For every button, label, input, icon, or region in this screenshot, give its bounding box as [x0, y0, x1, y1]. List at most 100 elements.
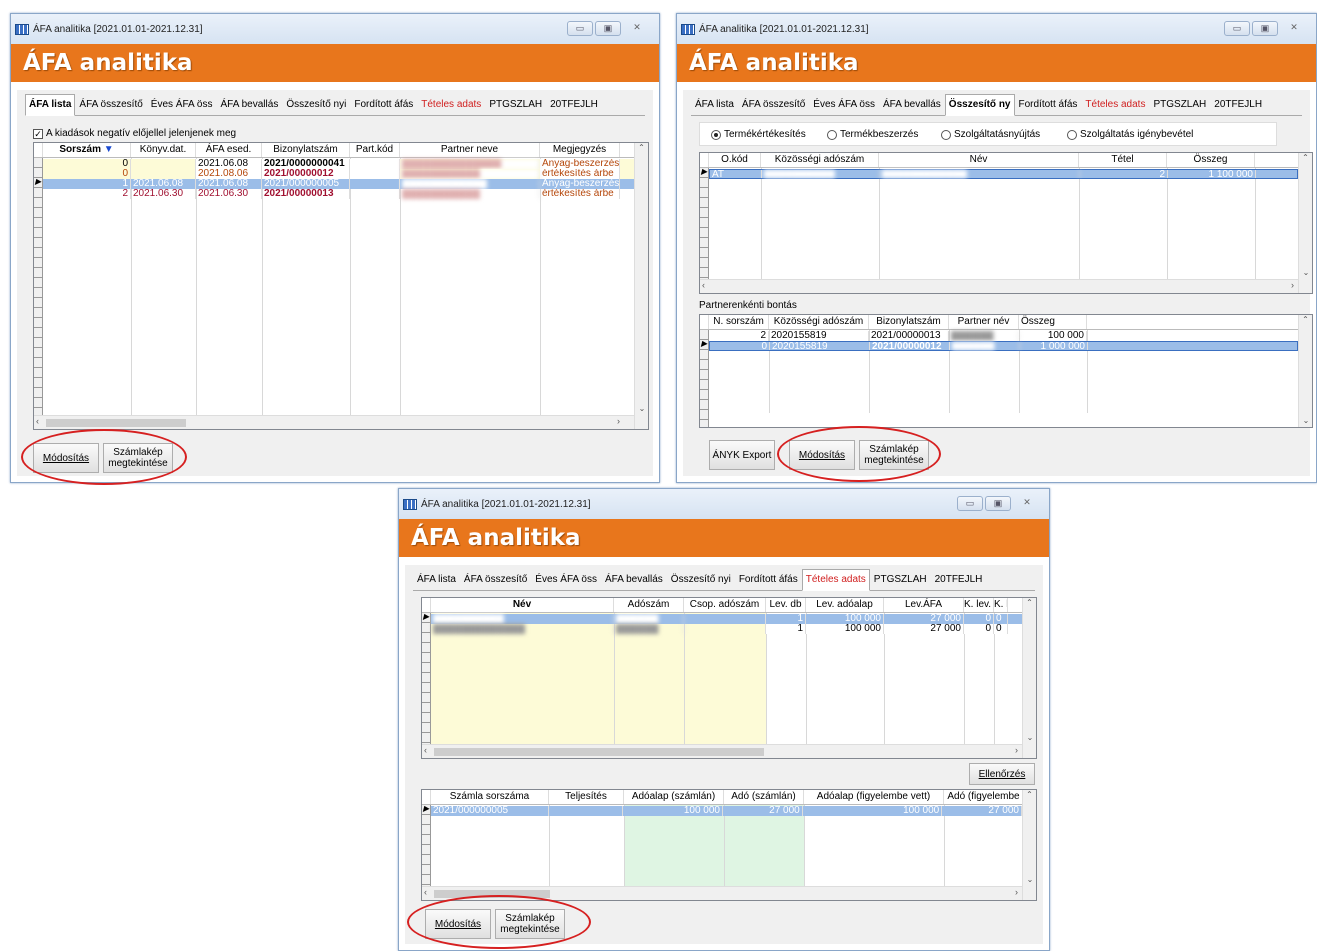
tab-forditott-afas[interactable]: Fordított áfás: [1014, 94, 1082, 115]
scroll-down-icon[interactable]: ⌄: [1023, 733, 1036, 742]
col-lev-adoalap[interactable]: Lev. adóalap: [806, 598, 884, 612]
col-kozossegi-adoszam[interactable]: Közösségi adószám: [761, 153, 879, 167]
table-row[interactable]: 0 2021.06.08 2021/0000000041 ███████████…: [43, 159, 648, 169]
tab-afa-lista[interactable]: ÁFA lista: [691, 94, 738, 115]
tab-ptgszlah[interactable]: PTGSZLAH: [869, 569, 931, 590]
minimize-icon[interactable]: ▭: [567, 21, 593, 36]
scroll-down-icon[interactable]: ⌄: [1023, 875, 1036, 884]
tab-afa-lista[interactable]: ÁFA lista: [413, 569, 460, 590]
table-row[interactable]: █████████████ ██████ 1 100 000 27 000 0 …: [431, 624, 1036, 634]
col-lev-db[interactable]: Lev. db: [766, 598, 806, 612]
vertical-scrollbar[interactable]: ⌃ ⌄: [1022, 598, 1036, 758]
radio-termekbeszerzes[interactable]: Termékbeszerzés: [827, 129, 918, 140]
tab-afa-osszesito[interactable]: ÁFA összesítő: [75, 94, 147, 115]
radio-icon[interactable]: [827, 129, 837, 140]
afa-list-grid[interactable]: Sorszám ▼ Könyv.dat. ÁFA esed. Bizonylat…: [33, 142, 649, 430]
scroll-thumb[interactable]: [46, 419, 186, 427]
scroll-left-icon[interactable]: ‹: [424, 887, 427, 897]
scroll-left-icon[interactable]: ‹: [424, 745, 427, 755]
scroll-down-icon[interactable]: ⌄: [1299, 416, 1312, 425]
tab-afa-osszesito[interactable]: ÁFA összesítő: [459, 569, 532, 590]
scroll-down-icon[interactable]: ⌄: [1299, 268, 1312, 277]
vertical-scrollbar[interactable]: ⌃ ⌄: [1298, 153, 1312, 293]
close-icon[interactable]: ✕: [623, 21, 651, 36]
col-csop-adoszam[interactable]: Csop. adószám: [684, 598, 766, 612]
col-nev[interactable]: Név: [879, 153, 1079, 167]
col-part-kod[interactable]: Part.kód: [350, 143, 400, 157]
table-row-selected[interactable]: 2021/000000005 100 000 27 000 100 000 27…: [431, 806, 1022, 816]
scroll-left-icon[interactable]: ‹: [36, 416, 39, 426]
tab-eves-afa[interactable]: Éves ÁFA öss: [809, 94, 879, 115]
scroll-right-icon[interactable]: ›: [1015, 745, 1018, 755]
table-row[interactable]: 0 2021.08.06 2021/00000012 ███████████ é…: [43, 169, 648, 179]
radio-selected-icon[interactable]: [711, 129, 721, 140]
tab-ptgszlah[interactable]: PTGSZLAH: [1149, 94, 1211, 115]
tab-osszesito-nyilatkozat[interactable]: Összesítő ny: [944, 94, 1015, 116]
close-icon[interactable]: ✕: [1280, 21, 1308, 36]
summary-grid[interactable]: O.kód Közösségi adószám Név Tétel Összeg…: [699, 152, 1313, 294]
vertical-scrollbar[interactable]: ⌃ ⌄: [1298, 315, 1312, 427]
table-row-selected[interactable]: 1 2021.06.08 2021.06.08 2021/000000005 █…: [43, 179, 648, 189]
col-ado-szamlan[interactable]: Adó (számlán): [724, 790, 804, 804]
col-adoszam[interactable]: Adószám: [614, 598, 684, 612]
horizontal-scrollbar[interactable]: ‹ ›: [422, 744, 1022, 758]
tab-teteles-adatszolgaltatas[interactable]: Tételes adats: [801, 569, 870, 591]
tab-afa-osszesito[interactable]: ÁFA összesítő: [737, 94, 810, 115]
col-sorszam[interactable]: Sorszám ▼: [43, 143, 131, 157]
minimize-icon[interactable]: ▭: [957, 496, 983, 511]
col-tetel[interactable]: Tétel: [1079, 153, 1167, 167]
tab-osszesito-nyilatkozat[interactable]: Összesítő nyi: [666, 569, 735, 590]
tab-teteles-adatszolgaltatas[interactable]: Tételes adats: [417, 94, 486, 115]
scroll-right-icon[interactable]: ›: [1015, 887, 1018, 897]
radio-szolgaltatasnyujtas[interactable]: Szolgáltatásnyújtás: [941, 129, 1040, 140]
radio-icon[interactable]: [1067, 129, 1077, 140]
scroll-right-icon[interactable]: ›: [617, 416, 620, 426]
tab-20tfejlh[interactable]: 20TFEJLH: [930, 569, 987, 590]
col-teljesites[interactable]: Teljesítés: [549, 790, 624, 804]
scroll-right-icon[interactable]: ›: [1291, 280, 1294, 290]
tab-teteles-adatszolgaltatas[interactable]: Tételes adats: [1081, 94, 1150, 115]
col-megjegyzes[interactable]: Megjegyzés: [540, 143, 620, 157]
col-bizonylatszam[interactable]: Bizonylatszám: [869, 315, 949, 329]
minimize-icon[interactable]: ▭: [1224, 21, 1250, 36]
negative-sign-option[interactable]: ✓ A kiadások negatív előjellel jelenjene…: [33, 128, 236, 139]
maximize-icon[interactable]: ▣: [1252, 21, 1278, 36]
tab-ptgszlah[interactable]: PTGSZLAH: [485, 94, 547, 115]
check-button[interactable]: Ellenőrzés: [969, 763, 1035, 785]
col-n-sorszam[interactable]: N. sorszám: [709, 315, 769, 329]
table-row[interactable]: 2 2021.06.30 2021.06.30 2021/00000013 ██…: [43, 189, 648, 199]
maximize-icon[interactable]: ▣: [985, 496, 1011, 511]
tab-afa-lista[interactable]: ÁFA lista: [25, 94, 76, 116]
scroll-up-icon[interactable]: ⌃: [1299, 153, 1312, 162]
scroll-down-icon[interactable]: ⌄: [635, 404, 648, 413]
scroll-thumb[interactable]: [434, 748, 764, 756]
col-partner-neve[interactable]: Partner neve: [400, 143, 540, 157]
col-afa-esed[interactable]: ÁFA esed.: [196, 143, 262, 157]
tab-forditott-afas[interactable]: Fordított áfás: [734, 569, 802, 590]
scroll-up-icon[interactable]: ⌃: [635, 143, 648, 152]
col-partner-nev[interactable]: Partner név: [949, 315, 1019, 329]
close-icon[interactable]: ✕: [1013, 496, 1041, 511]
tab-20tfejlh[interactable]: 20TFEJLH: [546, 94, 602, 115]
col-adoalap-szamlan[interactable]: Adóalap (számlán): [624, 790, 724, 804]
col-o-kod[interactable]: O.kód: [709, 153, 761, 167]
col-nev[interactable]: Név: [431, 598, 614, 612]
col-osszeg[interactable]: Összeg: [1019, 315, 1087, 329]
table-row[interactable]: 2 2020155819 2021/00000013 ██████ 100 00…: [709, 331, 1312, 341]
scroll-up-icon[interactable]: ⌃: [1023, 598, 1036, 607]
col-adoalap-figyelembe[interactable]: Adóalap (figyelembe vett): [804, 790, 944, 804]
table-row-selected[interactable]: ██████████ ██████ 1 100 000 27 000 0 0: [431, 614, 1022, 624]
vertical-scrollbar[interactable]: ⌃ ⌄: [634, 143, 648, 429]
table-row-selected[interactable]: 0 2020155819 2021/00000012 ██████ 1 000 …: [709, 341, 1298, 351]
tab-eves-afa[interactable]: Éves ÁFA öss: [531, 569, 601, 590]
checkbox-checked-icon[interactable]: ✓: [33, 128, 43, 139]
radio-termekertekesites[interactable]: Termékértékesítés: [711, 129, 806, 140]
col-ado-figyelembe[interactable]: Adó (figyelembe: [944, 790, 1024, 804]
col-kozossegi-adoszam[interactable]: Közösségi adószám: [769, 315, 869, 329]
tab-afa-bevallas[interactable]: ÁFA bevallás: [878, 94, 945, 115]
vertical-scrollbar[interactable]: ⌃ ⌄: [1022, 790, 1036, 900]
scroll-up-icon[interactable]: ⌃: [1023, 790, 1036, 799]
maximize-icon[interactable]: ▣: [595, 21, 621, 36]
tab-osszesito-nyilatkozat[interactable]: Összesítő nyi: [282, 94, 351, 115]
scroll-left-icon[interactable]: ‹: [702, 280, 705, 290]
